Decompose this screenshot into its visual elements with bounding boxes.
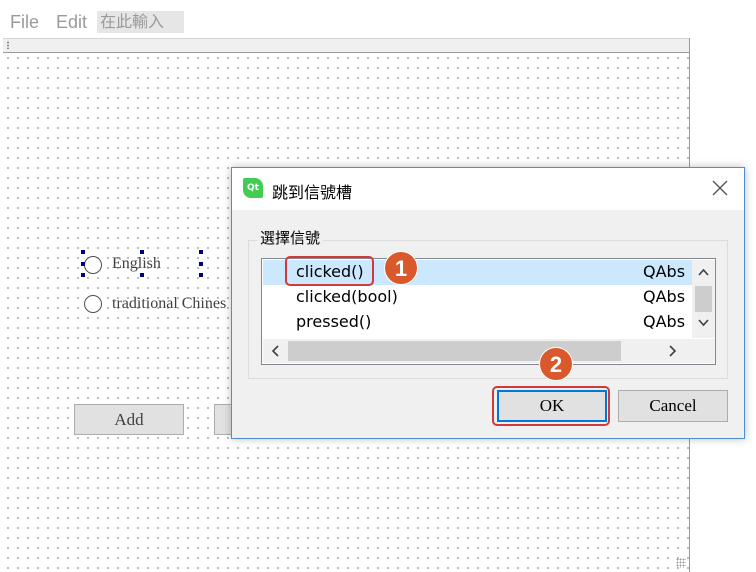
menu-type-here[interactable]: 在此輸入 [97, 11, 184, 33]
dialog-title: 跳到信號槽 [272, 183, 353, 202]
selection-handle[interactable] [199, 250, 203, 254]
menu-file[interactable]: File [10, 12, 39, 33]
selection-handle[interactable] [81, 262, 85, 266]
resize-grip[interactable] [676, 558, 686, 568]
menubar: File Edit 在此輸入 [0, 0, 690, 38]
cancel-button[interactable]: Cancel [618, 390, 728, 422]
selection-handle[interactable] [81, 273, 85, 277]
chevron-right-icon[interactable] [669, 345, 677, 357]
signal-class: QAbs [643, 262, 686, 281]
annotation-badge-1: 1 [384, 251, 418, 285]
qt-logo-icon: Qt [243, 178, 263, 198]
group-title: 選擇信號 [257, 227, 324, 248]
add-button[interactable]: Add [74, 404, 184, 435]
vertical-scroll-thumb[interactable] [695, 286, 712, 312]
toolbar [3, 38, 689, 53]
selection-handle[interactable] [199, 273, 203, 277]
selection-handle[interactable] [140, 273, 144, 277]
vertical-scrollbar[interactable] [692, 260, 715, 338]
signal-class: QAbs [643, 287, 686, 306]
toolbar-handle[interactable] [7, 41, 9, 49]
radio-english[interactable] [84, 256, 102, 274]
chevron-left-icon[interactable] [271, 345, 279, 357]
signal-name: clicked(bool) [296, 287, 398, 306]
menu-edit[interactable]: Edit [56, 12, 87, 33]
list-item[interactable]: pressed() QAbs [263, 310, 693, 335]
selection-handle[interactable] [81, 250, 85, 254]
dialog-titlebar: Qt 跳到信號槽 [232, 168, 744, 210]
chevron-up-icon[interactable] [698, 268, 709, 276]
signal-name: pressed() [296, 312, 372, 331]
chevron-down-icon[interactable] [698, 319, 709, 327]
annotation-highlight-ok [492, 386, 610, 426]
annotation-badge-2: 2 [539, 347, 573, 381]
radio-traditional-chinese-label: traditional Chines [112, 295, 227, 312]
signal-class: QAbs [643, 312, 686, 331]
signal-slot-dialog: Qt 跳到信號槽 選擇信號 clicked() QAbs clicked(boo… [231, 167, 745, 439]
list-item[interactable]: clicked(bool) QAbs [263, 285, 693, 310]
radio-english-label: English [112, 255, 161, 272]
close-icon[interactable] [709, 177, 731, 199]
selection-handle[interactable] [199, 262, 203, 266]
annotation-highlight-clicked [285, 256, 374, 286]
radio-traditional-chinese[interactable] [84, 295, 102, 313]
horizontal-scrollbar[interactable] [263, 339, 715, 363]
selection-handle[interactable] [140, 250, 144, 254]
